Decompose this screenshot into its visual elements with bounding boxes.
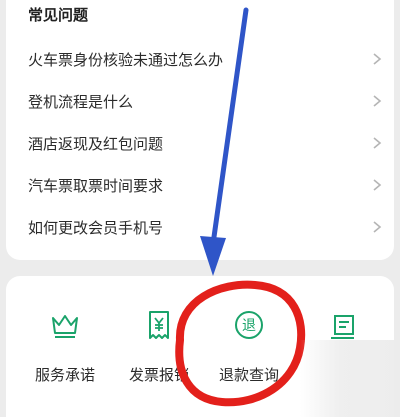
receipt-icon (149, 311, 169, 339)
chevron-right-icon (373, 53, 382, 65)
faq-item-label: 汽车票取票时间要求 (28, 176, 164, 195)
chevron-right-icon (373, 179, 382, 191)
faq-item-label: 酒店返现及红包问题 (28, 134, 164, 153)
invoice-reimbursement-button[interactable]: 发票报销 (114, 276, 204, 417)
faq-item-label: 如何更改会员手机号 (28, 218, 164, 237)
faq-item[interactable]: 登机流程是什么 (6, 80, 394, 122)
service-label: 服务承诺 (34, 366, 95, 384)
crown-icon (52, 315, 78, 338)
faq-item[interactable]: 酒店返现及红包问题 (6, 122, 394, 164)
faq-item[interactable]: 火车票身份核验未通过怎么办 (6, 38, 394, 80)
services-card: 服务承诺 发票报销 退 退款查询 (6, 276, 394, 417)
faq-item[interactable]: 如何更改会员手机号 (6, 206, 394, 248)
faq-item-label: 火车票身份核验未通过怎么办 (28, 50, 224, 69)
chevron-right-icon (373, 137, 382, 149)
service-label: 发票报销 (128, 366, 189, 384)
service-label: 退款查询 (218, 366, 279, 384)
refund-inquiry-button[interactable]: 退 退款查询 (204, 276, 294, 417)
faq-title: 常见问题 (28, 6, 89, 24)
chevron-right-icon (373, 221, 382, 233)
faq-item[interactable]: 汽车票取票时间要求 (6, 164, 394, 206)
faq-item-label: 登机流程是什么 (28, 92, 134, 111)
service-promise-button[interactable]: 服务承诺 (20, 276, 110, 417)
edit-document-button[interactable] (298, 276, 388, 417)
refund-icon-text: 退 (242, 318, 256, 334)
refund-icon: 退 (235, 311, 263, 339)
edit-document-icon (331, 315, 354, 339)
chevron-right-icon (373, 95, 382, 107)
faq-card: 常见问题 火车票身份核验未通过怎么办 登机流程是什么 酒店返现及红包问题 汽车票… (6, 0, 394, 260)
